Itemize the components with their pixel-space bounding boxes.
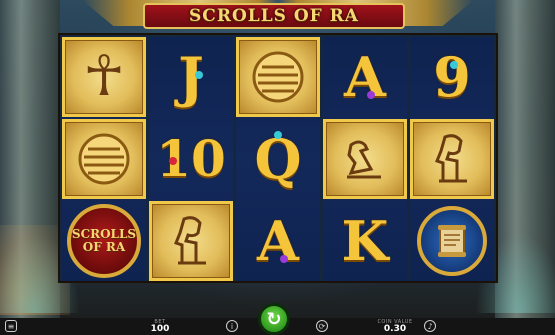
symbol-j: J [149, 37, 233, 117]
coin-value: 0.30 [383, 323, 407, 334]
symbol-a: A [236, 201, 320, 281]
autoplay-icon[interactable]: ⟳ [316, 320, 328, 332]
coin-value-display: COIN VALUE 0.30 [370, 318, 420, 335]
symbol-k: K [323, 201, 407, 281]
symbol-9: 9 [410, 37, 494, 117]
symbol-pharaoh [410, 119, 494, 199]
bet-value: 100 [150, 323, 170, 334]
symbol-10: 10 [149, 119, 233, 199]
symbol-pharaoh [149, 201, 233, 281]
symbol-k-text: K [341, 209, 389, 273]
gem-icon [367, 91, 375, 99]
symbol-ankh: ☥ [62, 37, 146, 117]
sound-icon[interactable]: ♪ [424, 320, 436, 332]
reel-5: 9 [410, 37, 494, 281]
pharaoh-icon [174, 216, 206, 265]
logo-line-2: OF RA [82, 240, 126, 254]
ankh-icon: ☥ [83, 44, 125, 109]
reel-1: ☥ SCROLLS OF RA [62, 37, 146, 281]
gem-icon [450, 61, 458, 69]
info-icon[interactable]: i [226, 320, 238, 332]
symbol-scroll [410, 201, 494, 281]
symbol-scrolls-of-ra-logo: SCROLLS OF RA [62, 201, 146, 281]
game-title: SCROLLS OF RA [189, 6, 359, 26]
falcon-icon [347, 140, 381, 179]
gem-icon [280, 255, 288, 263]
bet-display: BET 100 [140, 318, 180, 335]
gem-icon [195, 71, 203, 79]
sun-disc-icon [252, 51, 304, 103]
pharaoh-icon [435, 134, 467, 183]
symbol-a: A [323, 37, 407, 117]
symbol-a-text: A [344, 45, 386, 109]
symbol-falcon [323, 119, 407, 199]
symbol-10-text: 10 [156, 129, 226, 188]
reel-2: J 10 [149, 37, 233, 281]
reel-3: Q A [236, 37, 320, 281]
game-title-plate: SCROLLS OF RA [143, 3, 405, 29]
symbol-a-text: A [257, 209, 299, 273]
symbol-q: Q [236, 119, 320, 199]
reels-frame: ☥ SCROLLS OF RA J 10 Q A A K 9 [58, 33, 498, 283]
menu-icon[interactable]: ≡ [5, 320, 17, 332]
logo-disc: SCROLLS OF RA [67, 204, 141, 278]
gem-icon [169, 157, 177, 165]
scroll-icon [438, 225, 466, 257]
sun-disc-icon [78, 133, 130, 185]
gem-icon [274, 131, 282, 139]
scroll-disc [417, 206, 487, 276]
spin-icon: ↻ [266, 308, 282, 330]
spin-button[interactable]: ↻ [258, 303, 290, 335]
symbol-q-text: Q [254, 127, 302, 191]
symbol-sun-disc [62, 119, 146, 199]
symbol-sun-disc [236, 37, 320, 117]
symbol-9-text: 9 [433, 45, 471, 109]
reel-4: A K [323, 37, 407, 281]
